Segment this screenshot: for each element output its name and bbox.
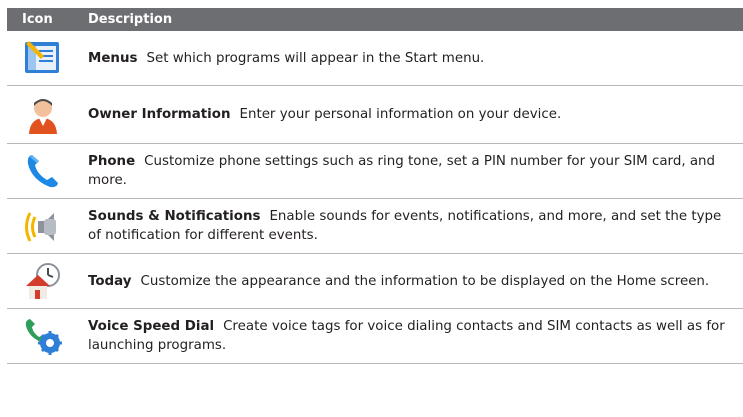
table-row: Voice Speed Dial Create voice tags for vo…: [7, 309, 743, 364]
table-row: Owner Information Enter your personal inf…: [7, 86, 743, 144]
row-title: Voice Speed Dial: [88, 319, 215, 334]
row-description: Sounds & Notifications Enable sounds for …: [88, 199, 743, 253]
row-title: Menus: [88, 50, 138, 66]
owner-icon: [7, 86, 88, 143]
row-text: Set which programs will appear in the St…: [146, 50, 485, 66]
sound-icon: [7, 199, 88, 253]
today-icon: [7, 254, 88, 308]
table-row: Menus Set which programs will appear in t…: [7, 31, 743, 86]
row-title: Owner Information: [88, 107, 231, 122]
row-description: Menus Set which programs will appear in t…: [88, 31, 743, 85]
table-header: Icon Description: [7, 8, 743, 31]
settings-icon-table: Icon Description Menus Set which programs…: [7, 8, 743, 364]
row-title: Phone: [88, 154, 136, 169]
row-title: Today: [88, 273, 132, 289]
row-description: Owner Information Enter your personal inf…: [88, 86, 743, 143]
table-row: Sounds & Notifications Enable sounds for …: [7, 199, 743, 254]
row-text: Enter your personal information on your …: [239, 107, 562, 122]
table-row: Today Customize the appearance and the in…: [7, 254, 743, 309]
row-text: Customize phone settings such as ring to…: [88, 154, 716, 188]
menus-icon: [7, 31, 88, 85]
voice-dial-icon: [7, 309, 88, 363]
row-description: Today Customize the appearance and the in…: [88, 254, 743, 308]
table-row: Phone Customize phone settings such as ri…: [7, 144, 743, 199]
phone-icon: [7, 144, 88, 198]
header-description-column: Description: [88, 12, 173, 27]
row-description: Phone Customize phone settings such as ri…: [88, 144, 743, 198]
row-description: Voice Speed Dial Create voice tags for vo…: [88, 309, 743, 363]
header-icon-column: Icon: [22, 12, 53, 27]
row-text: Customize the appearance and the informa…: [140, 273, 710, 289]
row-title: Sounds & Notifications: [88, 209, 261, 224]
